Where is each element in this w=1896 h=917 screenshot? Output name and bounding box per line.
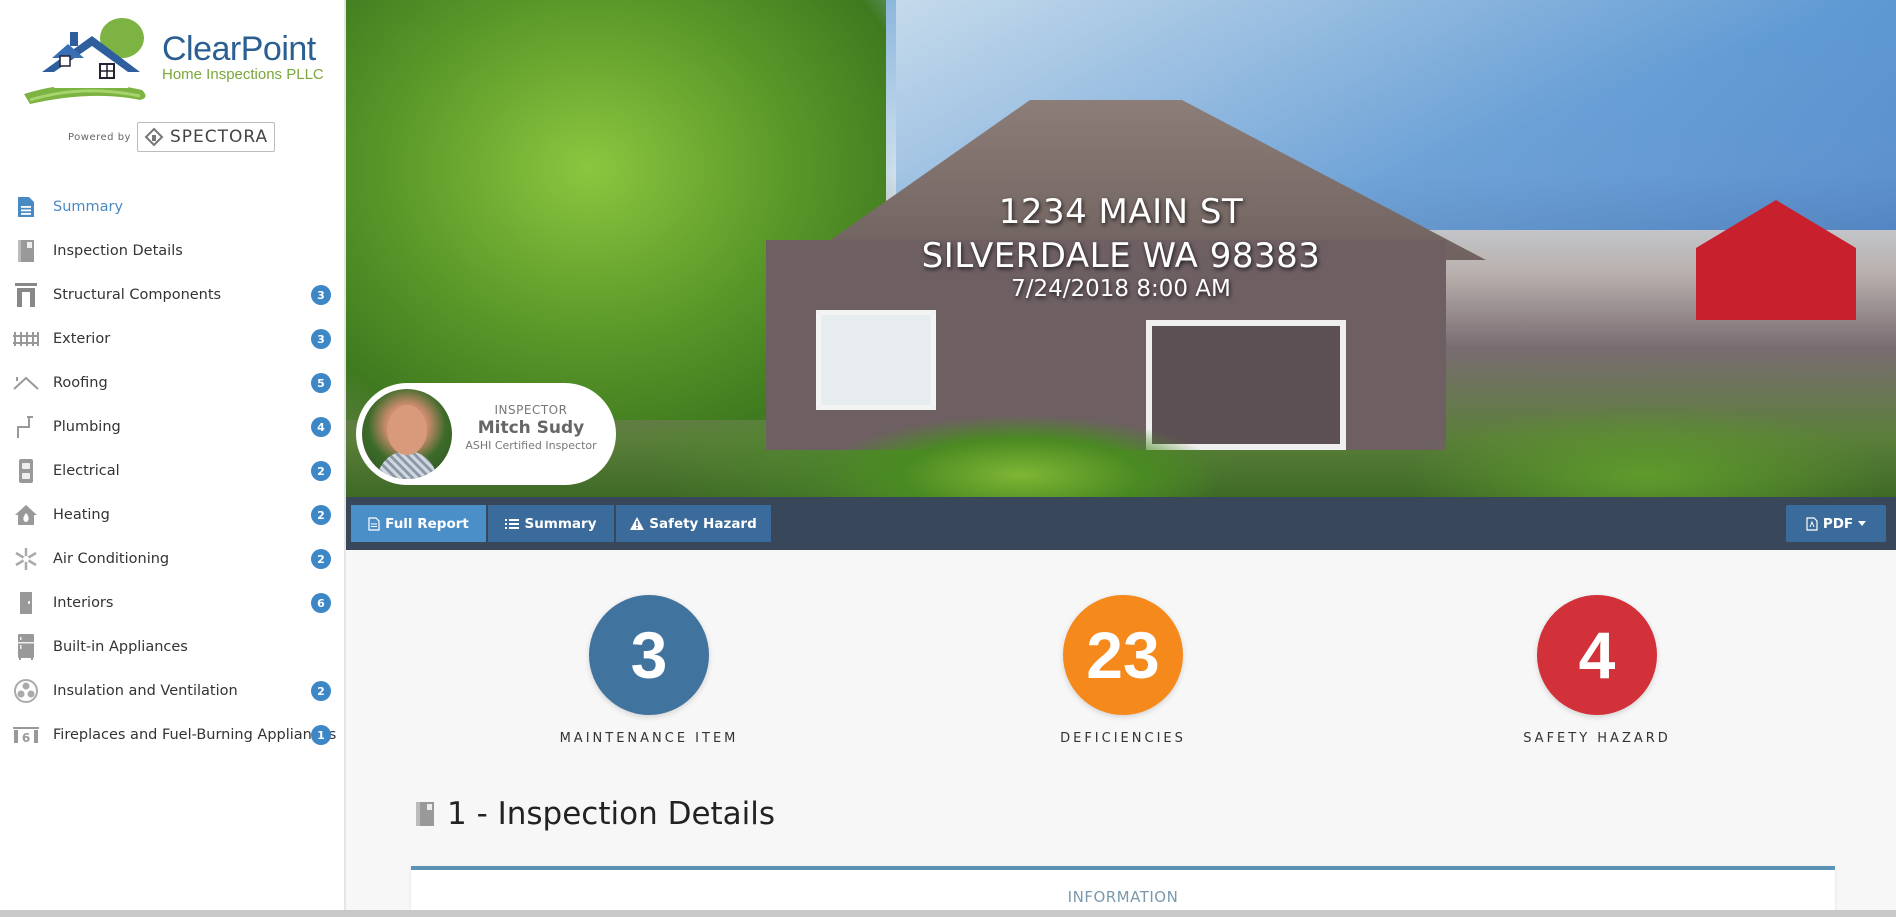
spectora-badge[interactable]: SPECTORA [136, 122, 276, 152]
list-icon [505, 518, 520, 529]
sidebar-item-label: Roofing [53, 375, 108, 391]
report-toolbar: Full Report Summary Safety Hazard PDF [346, 497, 1896, 550]
issue-count-badge: 4 [311, 417, 331, 437]
pipe-icon [13, 414, 39, 440]
sidebar-item-label: Fireplaces and Fuel-Burning Appliances [53, 727, 337, 743]
spectora-label: SPECTORA [169, 127, 269, 147]
doorframe-icon [13, 282, 39, 308]
company-logo[interactable]: ClearPoint Home Inspections PLLC [22, 10, 332, 110]
summary-button[interactable]: Summary [487, 505, 614, 542]
outlet-icon [13, 458, 39, 484]
sidebar-item-structural-components[interactable]: Structural Components 3 [0, 273, 344, 317]
section-title: 1 - Inspection Details [447, 796, 776, 832]
issue-count-badge: 6 [311, 593, 331, 613]
sidebar-item-electrical[interactable]: Electrical 2 [0, 449, 344, 493]
sidebar-item-roofing[interactable]: Roofing 5 [0, 361, 344, 405]
snowflake-icon [13, 546, 39, 572]
roof-icon [13, 370, 39, 396]
information-tab[interactable]: INFORMATION [411, 888, 1835, 906]
file-text-icon [368, 516, 380, 531]
sidebar-item-exterior[interactable]: Exterior 3 [0, 317, 344, 361]
maintenance-label: MAINTENANCE ITEM [559, 731, 739, 746]
house-flame-icon [13, 502, 39, 528]
issue-count-badge: 1 [311, 725, 331, 745]
inspection-datetime: 7/24/2018 8:00 AM [1011, 276, 1231, 302]
sidebar-item-label: Built-in Appliances [53, 639, 188, 655]
inspector-name: Mitch Sudy [477, 418, 585, 438]
pdf-dropdown-button[interactable]: PDF [1786, 505, 1886, 542]
section-heading: 1 - Inspection Details [415, 796, 775, 832]
sidebar-item-label: Summary [53, 199, 124, 215]
issue-count-badge: 3 [311, 329, 331, 349]
summary-label: Summary [524, 515, 597, 532]
sidebar-item-interiors[interactable]: Interiors 6 [0, 581, 344, 625]
issue-count-badge: 2 [311, 681, 331, 701]
stat-safety-hazards[interactable]: 4 SAFETY HAZARD [1487, 595, 1707, 746]
brand-name: ClearPoint [162, 30, 316, 68]
address-city-state-zip: SILVERDALE WA 98383 [921, 236, 1321, 276]
sidebar-item-heating[interactable]: Heating 2 [0, 493, 344, 537]
house-logo-icon [24, 18, 146, 104]
issue-count-badge: 3 [311, 285, 331, 305]
inspector-certification: ASHI Certified Inspector [465, 439, 597, 452]
safety-count-circle: 4 [1537, 595, 1657, 715]
sidebar-item-label: Heating [53, 507, 110, 523]
issue-count-badge: 2 [311, 505, 331, 525]
file-pdf-icon [1806, 516, 1818, 531]
sidebar-item-label: Electrical [53, 463, 120, 479]
sidebar-item-label: Inspection Details [53, 243, 183, 259]
address-street: 1234 MAIN ST [998, 192, 1244, 232]
fridge-icon [13, 634, 39, 660]
sidebar-item-label: Air Conditioning [53, 551, 170, 567]
property-address: 1234 MAIN ST SILVERDALE WA 98383 7/24/20… [346, 190, 1896, 302]
stat-deficiencies[interactable]: 23 DEFICIENCIES [1013, 595, 1233, 746]
powered-by-label: Powered by [68, 131, 131, 143]
deficiencies-label: DEFICIENCIES [1060, 731, 1186, 746]
issue-count-badge: 2 [311, 549, 331, 569]
sidebar-item-summary[interactable]: Summary [0, 185, 344, 229]
fence-icon [13, 326, 39, 352]
fireplace-icon: 6 [13, 722, 39, 748]
sidebar-item-label: Plumbing [53, 419, 121, 435]
notebook-icon [416, 802, 434, 826]
sidebar-item-label: Interiors [53, 595, 114, 611]
inspector-avatar [362, 389, 452, 479]
section-nav: Summary Inspection Details Structural Co… [0, 185, 344, 757]
sidebar-item-fireplaces[interactable]: 6 Fireplaces and Fuel-Burning Appliances… [0, 713, 344, 757]
inspector-role: INSPECTOR [494, 403, 568, 417]
caret-down-icon [1858, 521, 1867, 526]
issue-count-badge: 5 [311, 373, 331, 393]
pdf-label: PDF [1822, 515, 1854, 532]
full-report-button[interactable]: Full Report [351, 505, 486, 542]
stat-maintenance-items[interactable]: 3 MAINTENANCE ITEM [539, 595, 759, 746]
brand-subtitle: Home Inspections PLLC [162, 66, 324, 83]
deficiencies-count-circle: 23 [1063, 595, 1183, 715]
fan-icon [13, 678, 39, 704]
spectora-logo-icon [144, 127, 164, 147]
full-report-label: Full Report [385, 515, 469, 532]
maintenance-count-circle: 3 [589, 595, 709, 715]
sidebar-item-inspection-details[interactable]: Inspection Details [0, 229, 344, 273]
issue-count-badge: 2 [311, 461, 331, 481]
svg-text:6: 6 [22, 731, 30, 743]
hero-shrubs [646, 387, 1896, 497]
sidebar-item-insulation-ventilation[interactable]: Insulation and Ventilation 2 [0, 669, 344, 713]
sidebar-item-plumbing[interactable]: Plumbing 4 [0, 405, 344, 449]
powered-by: Powered by SPECTORA [68, 122, 276, 152]
sidebar: ClearPoint Home Inspections PLLC Powered… [0, 0, 346, 910]
inspector-card[interactable]: INSPECTOR Mitch Sudy ASHI Certified Insp… [356, 383, 616, 485]
warning-icon [630, 517, 645, 530]
notebook-icon [13, 238, 39, 264]
horizontal-scrollbar[interactable] [0, 910, 1896, 917]
sidebar-item-air-conditioning[interactable]: Air Conditioning 2 [0, 537, 344, 581]
sidebar-item-built-in-appliances[interactable]: Built-in Appliances [0, 625, 344, 669]
sidebar-item-label: Structural Components [53, 287, 222, 303]
document-icon [13, 194, 39, 220]
sidebar-item-label: Exterior [53, 331, 111, 347]
sidebar-item-label: Insulation and Ventilation [53, 683, 238, 699]
safety-hazard-label: Safety Hazard [649, 515, 757, 532]
safety-hazard-button[interactable]: Safety Hazard [615, 505, 771, 542]
door-icon [13, 590, 39, 616]
safety-label: SAFETY HAZARD [1523, 731, 1671, 746]
